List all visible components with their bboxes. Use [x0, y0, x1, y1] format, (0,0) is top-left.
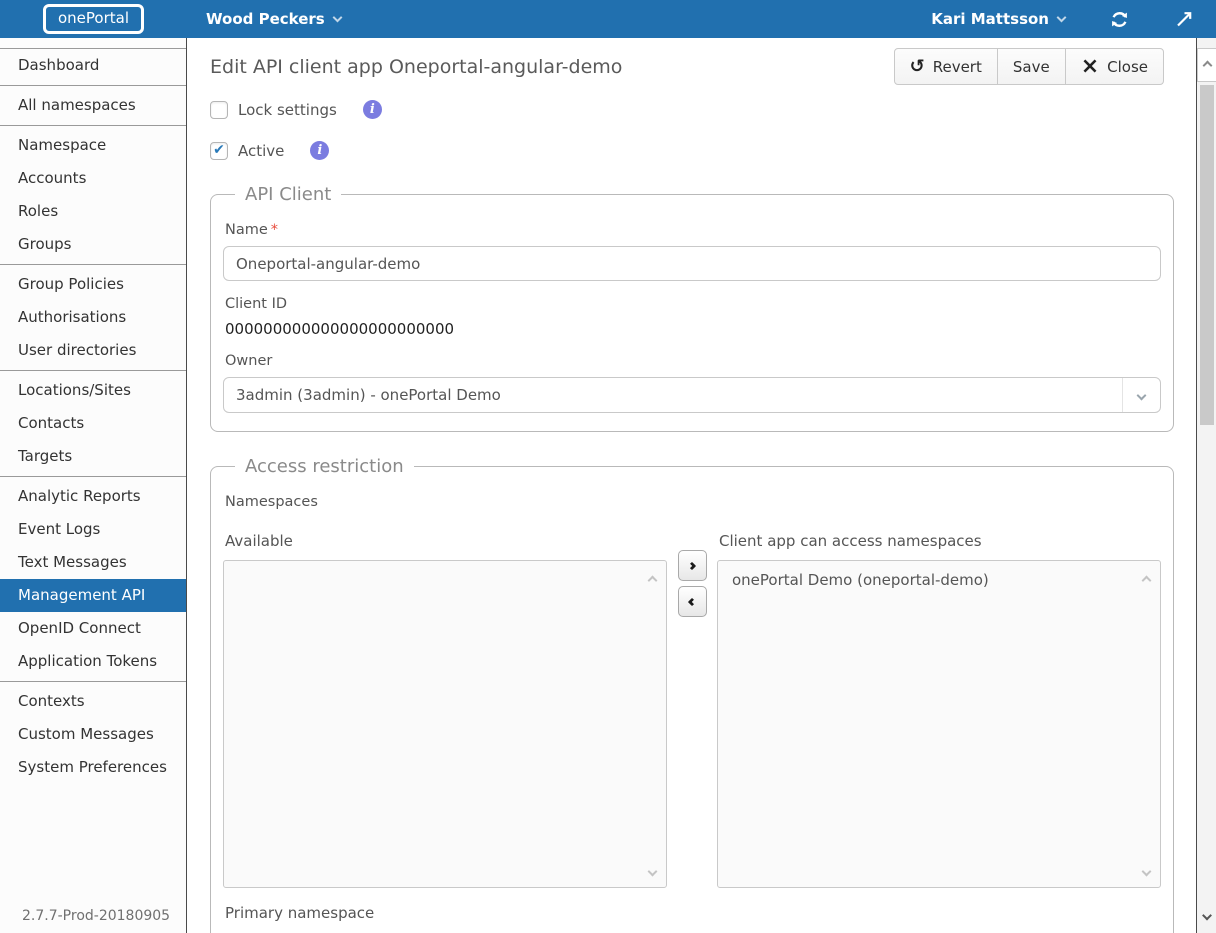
scroll-down-icon[interactable] [1143, 860, 1150, 879]
sidebar-item-all-namespaces[interactable]: All namespaces [0, 89, 186, 122]
save-button[interactable]: Save [997, 48, 1066, 85]
active-label: Active [238, 142, 284, 160]
sidebar-item-text-messages[interactable]: Text Messages [0, 546, 186, 579]
chevron-down-icon [1202, 911, 1212, 921]
divider [0, 85, 186, 86]
lock-settings-checkbox[interactable] [210, 101, 228, 119]
sidebar-item-openid-connect[interactable]: OpenID Connect [0, 612, 186, 645]
access-restriction-legend: Access restriction [235, 456, 414, 477]
divider [0, 681, 186, 682]
revert-button[interactable]: ↺ Revert [894, 48, 998, 85]
sidebar-item-event-logs[interactable]: Event Logs [0, 513, 186, 546]
save-label: Save [1013, 58, 1050, 76]
refresh-icon[interactable] [1109, 9, 1130, 30]
sidebar-item-accounts[interactable]: Accounts [0, 162, 186, 195]
owner-select[interactable]: 3admin (3admin) - onePortal Demo [223, 377, 1161, 413]
namespace-dual-list: Available Client app can access namespac… [223, 518, 1161, 888]
scroll-up-icon[interactable] [649, 569, 656, 588]
assigned-column: Client app can access namespaces onePort… [717, 518, 1161, 888]
divider [0, 264, 186, 265]
close-icon: × [1081, 56, 1099, 78]
required-asterisk: * [271, 222, 278, 238]
available-label: Available [225, 532, 665, 550]
toolbar: ↺ Revert Save × Close [894, 48, 1164, 85]
lock-settings-row: Lock settings i [210, 100, 1174, 119]
close-label: Close [1107, 58, 1148, 76]
chevron-up-icon [1202, 60, 1212, 70]
scroll-down-icon[interactable] [649, 860, 656, 879]
divider [0, 125, 186, 126]
move-left-button[interactable] [678, 586, 707, 617]
sidebar-item-user-directories[interactable]: User directories [0, 334, 186, 367]
owner-label: Owner [225, 353, 1159, 369]
client-id-label: Client ID [225, 296, 1159, 312]
sidebar-item-contacts[interactable]: Contacts [0, 407, 186, 440]
active-row: ✔ Active i [210, 141, 1174, 160]
main-header: Edit API client app Oneportal-angular-de… [210, 38, 1174, 78]
active-checkbox[interactable]: ✔ [210, 142, 228, 160]
topbar: onePortal Wood Peckers Kari Mattsson [0, 0, 1216, 38]
scroll-down-button[interactable] [1203, 904, 1210, 923]
info-icon[interactable]: i [363, 100, 382, 119]
sidebar-item-roles[interactable]: Roles [0, 195, 186, 228]
sidebar-item-dashboard[interactable]: Dashboard [0, 49, 186, 82]
name-input[interactable] [223, 246, 1161, 281]
oneportal-logo[interactable]: onePortal [43, 4, 144, 34]
revert-label: Revert [933, 58, 982, 76]
primary-namespace-label: Primary namespace [225, 904, 1159, 922]
available-list[interactable] [223, 560, 667, 888]
chevron-down-icon [332, 13, 342, 23]
namespaces-label: Namespaces [225, 494, 1159, 510]
move-right-button[interactable] [678, 550, 707, 581]
sidebar-item-namespace[interactable]: Namespace [0, 129, 186, 162]
close-button[interactable]: × Close [1065, 48, 1164, 85]
access-restriction-fieldset: Access restriction Namespaces Available [210, 456, 1174, 933]
list-item[interactable]: onePortal Demo (oneportal-demo) [718, 561, 1160, 589]
api-client-fieldset: API Client Name* Client ID 0000000000000… [210, 184, 1174, 432]
lock-settings-label: Lock settings [238, 101, 337, 119]
scroll-up-button[interactable] [1197, 48, 1216, 82]
sidebar-item-application-tokens[interactable]: Application Tokens [0, 645, 186, 678]
divider [0, 370, 186, 371]
revert-icon: ↺ [910, 58, 925, 76]
sidebar-nav: Dashboard All namespaces Namespace Accou… [0, 48, 186, 784]
assigned-label: Client app can access namespaces [719, 532, 1159, 550]
transfer-controls [667, 518, 717, 888]
user-name: Kari Mattsson [931, 10, 1049, 28]
version-label: 2.7.7-Prod-20180905 [22, 908, 170, 924]
expand-icon[interactable] [1174, 9, 1194, 29]
sidebar: Dashboard All namespaces Namespace Accou… [0, 38, 187, 933]
available-column: Available [223, 518, 667, 888]
chevron-down-icon [1057, 13, 1067, 23]
sidebar-item-authorisations[interactable]: Authorisations [0, 301, 186, 334]
assigned-list[interactable]: onePortal Demo (oneportal-demo) [717, 560, 1161, 888]
client-id-value: 000000000000000000000000 [225, 320, 1159, 338]
main-scrollbar[interactable] [1196, 38, 1216, 933]
sidebar-item-custom-messages[interactable]: Custom Messages [0, 718, 186, 751]
sidebar-item-contexts[interactable]: Contexts [0, 685, 186, 718]
chevron-down-icon [1122, 378, 1160, 412]
scrollbar-thumb[interactable] [1200, 85, 1214, 425]
sidebar-item-group-policies[interactable]: Group Policies [0, 268, 186, 301]
check-icon: ✔ [213, 142, 225, 158]
sidebar-item-groups[interactable]: Groups [0, 228, 186, 261]
sidebar-item-management-api[interactable]: Management API [0, 579, 186, 612]
user-menu[interactable]: Kari Mattsson [931, 10, 1065, 28]
chevron-right-icon [688, 561, 696, 569]
divider [0, 476, 186, 477]
info-icon[interactable]: i [310, 141, 329, 160]
tenant-selector[interactable]: Wood Peckers [206, 10, 341, 28]
tenant-name: Wood Peckers [206, 10, 325, 28]
owner-value: 3admin (3admin) - onePortal Demo [224, 386, 1122, 404]
name-label: Name* [225, 222, 1159, 238]
main-content: Edit API client app Oneportal-angular-de… [188, 38, 1196, 933]
api-client-legend: API Client [235, 184, 341, 205]
sidebar-item-analytic-reports[interactable]: Analytic Reports [0, 480, 186, 513]
sidebar-item-targets[interactable]: Targets [0, 440, 186, 473]
sidebar-item-system-preferences[interactable]: System Preferences [0, 751, 186, 784]
sidebar-item-locations-sites[interactable]: Locations/Sites [0, 374, 186, 407]
chevron-left-icon [688, 597, 696, 605]
scroll-up-icon[interactable] [1143, 569, 1150, 588]
